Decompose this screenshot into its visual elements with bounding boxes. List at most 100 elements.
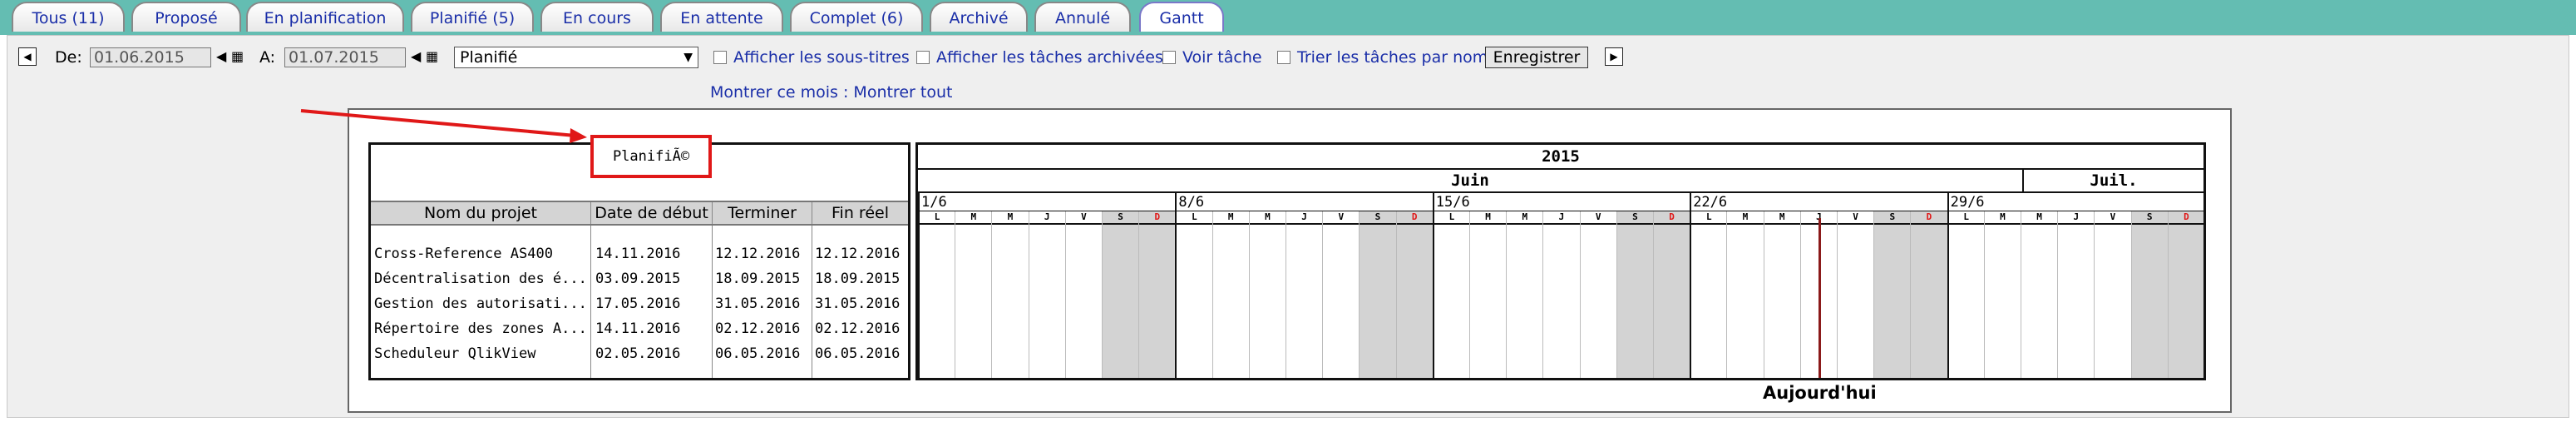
today-marker-line bbox=[1818, 218, 1821, 378]
tab-bar: Tous (11) Proposé En planification Plani… bbox=[0, 0, 2576, 35]
show-archived-label[interactable]: Afficher les tâches archivées bbox=[936, 48, 1163, 67]
day-letter: D bbox=[1911, 211, 1947, 225]
day-letter: D bbox=[1396, 211, 1433, 225]
project-name[interactable]: Gestion des autorisati... bbox=[374, 291, 585, 316]
sort-by-name-label[interactable]: Trier les tâches par nom bbox=[1297, 48, 1488, 67]
calendar-icon[interactable]: ▦ bbox=[426, 49, 438, 64]
day-letter: D bbox=[1654, 211, 1690, 225]
show-this-month-link[interactable]: Montrer ce mois bbox=[710, 83, 838, 102]
project-name[interactable]: Décentralisation des é... bbox=[374, 266, 585, 291]
sort-by-name-checkbox[interactable] bbox=[1277, 51, 1290, 64]
save-button[interactable]: Enregistrer bbox=[1485, 47, 1588, 68]
tab-complete[interactable]: Complet (6) bbox=[790, 2, 923, 32]
triangle-left-icon[interactable]: ◀ bbox=[411, 49, 421, 64]
start-date: 03.09.2015 bbox=[595, 271, 681, 287]
show-archived-checkbox[interactable] bbox=[916, 51, 930, 64]
day-column: M bbox=[1469, 211, 1507, 378]
from-date-field[interactable]: 01.06.2015 bbox=[90, 47, 211, 67]
day-letter: L bbox=[920, 211, 955, 225]
tab-in-progress[interactable]: En cours bbox=[540, 2, 654, 32]
day-letter: M bbox=[1984, 211, 2021, 225]
next-period-button[interactable]: ▶ bbox=[1605, 47, 1623, 66]
day-column: M bbox=[1983, 211, 2021, 378]
day-column: D bbox=[1653, 211, 1690, 378]
day-letter: D bbox=[1139, 211, 1176, 225]
tab-archived[interactable]: Archivé bbox=[930, 2, 1028, 32]
week-header: 29/6 bbox=[1947, 193, 2203, 211]
day-column: D bbox=[1138, 211, 1176, 378]
day-letter: J bbox=[1543, 211, 1580, 225]
tab-all[interactable]: Tous (11) bbox=[12, 2, 125, 32]
day-column: M bbox=[991, 211, 1029, 378]
day-column: M bbox=[1248, 211, 1286, 378]
actual-end-date: 02.12.2016 bbox=[815, 320, 901, 337]
day-letter: M bbox=[1764, 211, 1800, 225]
start-date: 02.05.2016 bbox=[595, 345, 681, 362]
day-column: M bbox=[2021, 211, 2058, 378]
end-date: 06.05.2016 bbox=[715, 345, 801, 362]
actual-end-date: 18.09.2015 bbox=[815, 271, 901, 287]
day-column: D bbox=[1910, 211, 1947, 378]
tab-in-planning[interactable]: En planification bbox=[246, 2, 404, 32]
show-all-link[interactable]: Montrer tout bbox=[853, 83, 952, 102]
month-header-july: Juil. bbox=[2024, 170, 2203, 193]
day-column: J bbox=[1542, 211, 1580, 378]
day-column: L bbox=[1175, 211, 1212, 378]
table-row[interactable]: Gestion des autorisati... 17.05.2016 31.… bbox=[371, 291, 908, 316]
day-letter: M bbox=[955, 211, 992, 225]
day-letter: V bbox=[2095, 211, 2131, 225]
chevron-down-icon: ▼ bbox=[683, 51, 693, 64]
show-subtitles-label[interactable]: Afficher les sous-titres bbox=[733, 48, 910, 67]
table-row[interactable]: Répertoire des zones A... 14.11.2016 02.… bbox=[371, 316, 908, 341]
tab-proposed[interactable]: Proposé bbox=[131, 2, 241, 32]
column-start-date[interactable]: Date de début bbox=[590, 202, 712, 224]
status-select[interactable]: Planifié ▼ bbox=[454, 47, 698, 68]
tab-waiting[interactable]: En attente bbox=[660, 2, 783, 32]
day-column: S bbox=[1616, 211, 1653, 378]
status-select-value: Planifié bbox=[460, 48, 518, 67]
day-letter: M bbox=[992, 211, 1029, 225]
day-letter: V bbox=[1065, 211, 1102, 225]
day-letter: M bbox=[1249, 211, 1286, 225]
day-column: S bbox=[1359, 211, 1396, 378]
column-end-date[interactable]: Terminer bbox=[712, 202, 812, 224]
month-header-june: Juin bbox=[918, 170, 2024, 193]
day-letter: L bbox=[1691, 211, 1727, 225]
day-letter: L bbox=[1177, 211, 1212, 225]
show-subtitles-checkbox[interactable] bbox=[713, 51, 727, 64]
day-letter: L bbox=[1434, 211, 1469, 225]
week-header: 22/6 bbox=[1690, 193, 1947, 211]
day-column: V bbox=[1322, 211, 1360, 378]
tab-gantt[interactable]: Gantt bbox=[1139, 2, 1224, 32]
end-date: 18.09.2015 bbox=[715, 271, 801, 287]
project-name[interactable]: Scheduleur QlikView bbox=[374, 341, 585, 366]
project-name[interactable]: Cross-Reference AS400 bbox=[374, 241, 585, 266]
day-column: M bbox=[1763, 211, 1800, 378]
view-task-checkbox[interactable] bbox=[1162, 51, 1176, 64]
day-column: L bbox=[1432, 211, 1469, 378]
table-row[interactable]: Décentralisation des é... 03.09.2015 18.… bbox=[371, 266, 908, 291]
triangle-left-icon[interactable]: ◀ bbox=[216, 49, 226, 64]
column-project-name[interactable]: Nom du projet bbox=[371, 202, 590, 224]
tab-cancelled[interactable]: Annulé bbox=[1034, 2, 1131, 32]
day-column: M bbox=[1726, 211, 1764, 378]
day-letter: J bbox=[1286, 211, 1323, 225]
day-column: S bbox=[1102, 211, 1139, 378]
day-column: L bbox=[1947, 211, 1984, 378]
day-column: M bbox=[1212, 211, 1249, 378]
view-task-label[interactable]: Voir tâche bbox=[1182, 48, 1262, 67]
tab-planned[interactable]: Planifié (5) bbox=[411, 2, 534, 32]
day-letter: V bbox=[1838, 211, 1874, 225]
table-row[interactable]: Scheduleur QlikView 02.05.2016 06.05.201… bbox=[371, 341, 908, 366]
day-letter: V bbox=[1323, 211, 1360, 225]
prev-period-button[interactable]: ◀ bbox=[18, 47, 37, 66]
column-actual-end[interactable]: Fin réel bbox=[812, 202, 908, 224]
from-label: De: bbox=[55, 48, 82, 67]
calendar-icon[interactable]: ▦ bbox=[231, 49, 244, 64]
table-row[interactable]: Cross-Reference AS400 14.11.2016 12.12.2… bbox=[371, 241, 908, 266]
project-name[interactable]: Répertoire des zones A... bbox=[374, 316, 585, 341]
day-letter: M bbox=[2021, 211, 2058, 225]
to-date-field[interactable]: 01.07.2015 bbox=[284, 47, 406, 67]
day-column: J bbox=[1286, 211, 1323, 378]
day-letter: S bbox=[1360, 211, 1396, 225]
